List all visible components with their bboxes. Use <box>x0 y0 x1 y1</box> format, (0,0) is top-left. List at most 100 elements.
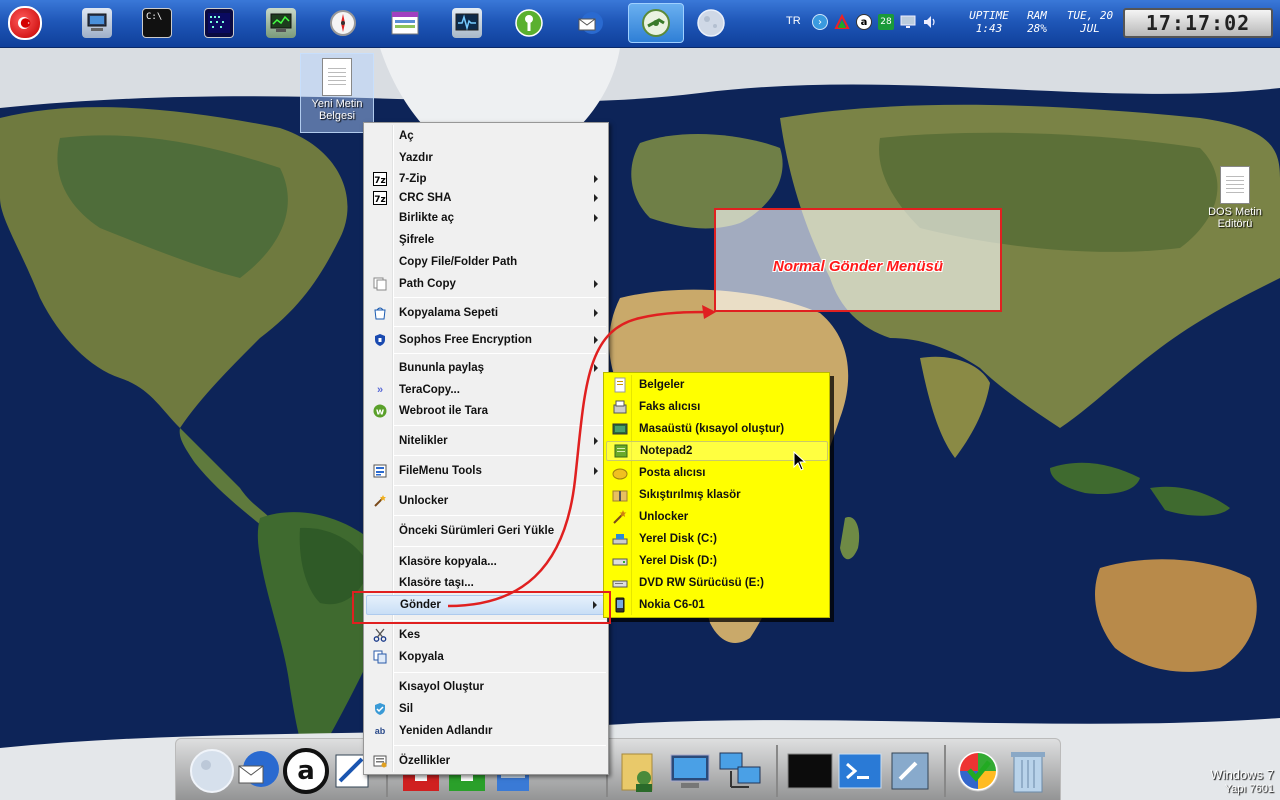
dock-item-windows-update[interactable] <box>954 747 1002 795</box>
dock-item-tools[interactable] <box>886 747 934 795</box>
magic-wand-icon <box>613 510 627 524</box>
menu-item-restore-previous[interactable]: Önceki Sürümleri Geri Yükle <box>366 521 606 541</box>
menu-item-delete[interactable]: Sil <box>366 699 606 719</box>
tools-icon <box>891 752 929 790</box>
menu-item-open[interactable]: Aç <box>366 126 606 146</box>
avast-icon[interactable]: a <box>856 14 872 30</box>
window-launcher[interactable] <box>386 4 424 42</box>
dvd-drive-icon <box>612 580 628 588</box>
webroot-icon: w <box>372 403 388 419</box>
menu-item-cut[interactable]: Kes <box>366 625 606 645</box>
moon-icon <box>696 8 726 38</box>
sendto-item-unlocker[interactable]: Unlocker <box>606 507 828 527</box>
menu-separator <box>394 672 606 673</box>
menu-item-properties[interactable]: Özellikler <box>366 751 606 771</box>
menu-item-copy-path[interactable]: Copy File/Folder Path <box>366 252 606 272</box>
svg-text:7z: 7z <box>374 176 386 186</box>
activity-launcher[interactable] <box>448 4 486 42</box>
menu-item-rename[interactable]: ab Yeniden Adlandır <box>366 721 606 741</box>
menu-separator <box>394 515 606 516</box>
menu-item-7zip[interactable]: 7z 7-Zip <box>366 169 606 189</box>
mail-recipient-icon <box>612 468 628 480</box>
volume-icon[interactable] <box>922 14 938 30</box>
filemenu-tools-icon <box>372 463 388 479</box>
activity-icon <box>452 8 482 38</box>
menu-item-copy-to-folder[interactable]: Klasöre kopyala... <box>366 552 606 572</box>
connect-launcher[interactable] <box>628 3 684 43</box>
menu-item-crc-sha[interactable]: 7z CRC SHA <box>366 188 606 208</box>
shield-icon <box>372 332 388 348</box>
language-indicator[interactable]: TR <box>786 15 801 27</box>
mail-launcher[interactable] <box>572 4 610 42</box>
menu-item-encrypt[interactable]: Şifrele <box>366 230 606 250</box>
cmd-launcher[interactable]: C:\ <box>138 4 176 42</box>
sendto-item-documents[interactable]: Belgeler <box>606 375 828 395</box>
menu-item-teracopy[interactable]: » TeraCopy... <box>366 380 606 400</box>
notepad2-icon <box>614 444 628 458</box>
dock-item-user-folder[interactable] <box>616 747 664 795</box>
sendto-item-dvd-drive[interactable]: DVD RW Sürücüsü (E:) <box>606 573 828 593</box>
desktop-icon-dos-editor[interactable]: DOS Metin Editörü <box>1198 162 1272 230</box>
menu-item-move-to-folder[interactable]: Klasöre taşı... <box>366 573 606 593</box>
start-button[interactable] <box>6 4 44 42</box>
powershell-icon <box>838 753 882 789</box>
computer-launcher[interactable] <box>78 4 116 42</box>
recycle-shield-icon <box>372 701 388 717</box>
dock-item-powershell[interactable] <box>836 747 884 795</box>
menu-item-sophos[interactable]: Sophos Free Encryption <box>366 330 606 350</box>
window-icon <box>390 8 420 38</box>
menu-item-webroot[interactable]: w Webroot ile Tara <box>366 401 606 421</box>
sendto-item-nokia[interactable]: Nokia C6-01 <box>606 595 828 615</box>
compass-launcher[interactable] <box>324 4 362 42</box>
monitor-launcher[interactable] <box>262 4 300 42</box>
menu-item-filemenu-tools[interactable]: FileMenu Tools <box>366 461 606 481</box>
dock-separator <box>944 745 946 797</box>
recycle-bin-icon <box>1011 752 1045 793</box>
sendto-item-local-disk-c[interactable]: Yerel Disk (C:) <box>606 529 828 549</box>
mail-icon <box>238 751 279 787</box>
sendto-item-desktop-shortcut[interactable]: Masaüstü (kısayol oluştur) <box>606 419 828 439</box>
tray-expand-icon[interactable]: › <box>812 14 828 30</box>
scissors-icon <box>372 627 388 643</box>
7zip-icon: 7z <box>372 171 388 187</box>
security-launcher[interactable] <box>510 4 548 42</box>
desktop-icon-new-text-document[interactable]: Yeni Metin Belgesi <box>300 53 374 133</box>
monitor-icon <box>266 8 296 38</box>
drive-c-icon <box>612 534 628 545</box>
connect-icon <box>641 8 671 38</box>
sendto-item-local-disk-d[interactable]: Yerel Disk (D:) <box>606 551 828 571</box>
menu-item-open-with[interactable]: Birlikte aç <box>366 208 606 228</box>
menu-item-copy[interactable]: Kopyala <box>366 647 606 667</box>
menu-item-create-shortcut[interactable]: Kısayol Oluştur <box>366 677 606 697</box>
dock-item-moon[interactable] <box>188 747 236 795</box>
svg-text:7z: 7z <box>374 195 386 205</box>
dock-item-console[interactable] <box>786 747 834 795</box>
menu-item-attributes[interactable]: Nitelikler <box>366 431 606 451</box>
date-day: TUE, 20 <box>1066 9 1114 22</box>
network-icon[interactable] <box>900 14 916 30</box>
menu-item-unlocker[interactable]: Unlocker <box>366 491 606 511</box>
dock-item-computer[interactable] <box>666 747 714 795</box>
windows-watermark: Windows 7 Yapı 7601 <box>1210 767 1274 797</box>
properties-icon <box>372 753 388 769</box>
dock-item-network[interactable] <box>716 747 764 795</box>
dock-item-avast[interactable]: a <box>282 747 330 795</box>
menu-separator <box>394 485 606 486</box>
menu-item-print[interactable]: Yazdır <box>366 148 606 168</box>
send-to-highlight-box <box>352 591 611 624</box>
clock[interactable]: 17:17:02 <box>1123 8 1273 38</box>
sendto-item-fax[interactable]: Faks alıcısı <box>606 397 828 417</box>
desktop-icon-label: Belgesi <box>318 110 356 122</box>
tray-app-icon[interactable] <box>834 14 850 30</box>
menu-item-path-copy[interactable]: Path Copy <box>366 274 606 294</box>
submenu-arrow-icon <box>594 437 598 445</box>
dock-item-recycle-bin[interactable] <box>1004 747 1052 795</box>
menu-item-copy-basket[interactable]: Kopyalama Sepeti <box>366 303 606 323</box>
tray-badge[interactable]: 28 <box>878 14 894 30</box>
moon-launcher[interactable] <box>692 4 730 42</box>
date-month: JUL <box>1080 22 1100 35</box>
dock-item-mail[interactable] <box>234 747 282 795</box>
menu-item-share-with[interactable]: Bununla paylaş <box>366 358 606 378</box>
terminal-launcher[interactable] <box>200 4 238 42</box>
sendto-item-compressed-folder[interactable]: Sıkıştırılmış klasör <box>606 485 828 505</box>
